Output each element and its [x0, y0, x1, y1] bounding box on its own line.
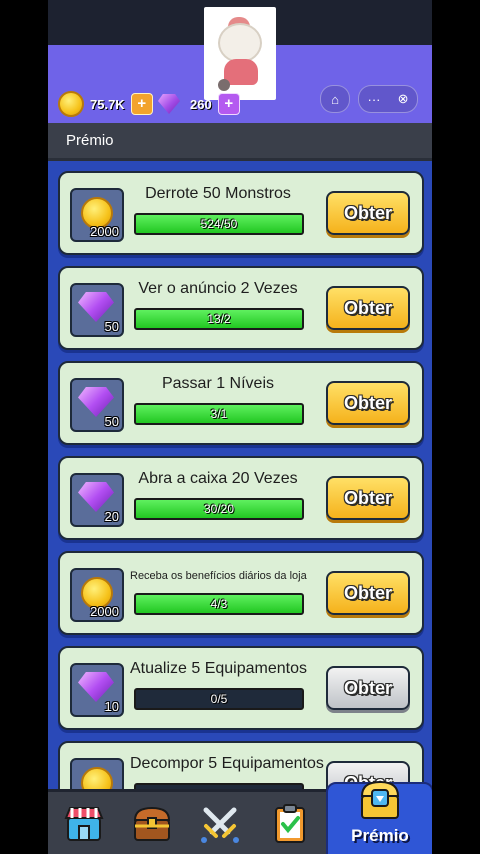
mini-program-capsule: ⌂ ··· ⊗: [320, 85, 424, 113]
coin-icon: [81, 767, 113, 789]
task-title: Decompor 5 Equipamentos: [130, 755, 324, 772]
progress-text: 30/20: [203, 502, 235, 516]
reward-amount: 50: [104, 414, 119, 429]
clipboard-tasks-icon[interactable]: [268, 802, 312, 846]
battle-swords-icon[interactable]: [198, 802, 242, 846]
coin-icon: [58, 91, 84, 117]
claim-button[interactable]: Obter: [326, 571, 410, 615]
reward-icon-box: 2000: [70, 568, 124, 622]
task-progress-bar: 30/20: [134, 498, 304, 520]
section-title: Prémio: [66, 132, 114, 149]
tab-premio-active[interactable]: Prémio: [326, 780, 432, 854]
shop-icon[interactable]: [62, 802, 106, 846]
more-close-capsule[interactable]: ··· ⊗: [358, 85, 418, 113]
task-progress-bar: 13/2: [134, 308, 304, 330]
reward-chest-icon: [360, 780, 400, 819]
progress-text: 3/1: [210, 407, 228, 421]
reward-amount: 20: [104, 509, 119, 524]
reward-icon-box: 2000: [70, 188, 124, 242]
task-card: 10 Atualize 5 Equipamentos 0/5 Obter: [58, 646, 424, 730]
reward-icon-box: 50: [70, 378, 124, 432]
progress-text: 524/50: [200, 217, 238, 231]
add-gems-button[interactable]: +: [217, 93, 240, 115]
task-title: Atualize 5 Equipamentos: [130, 660, 307, 677]
add-coins-button[interactable]: +: [130, 93, 153, 115]
mascot-sticker: [204, 7, 276, 100]
close-icon[interactable]: ⊗: [398, 91, 409, 107]
gem-icon: [78, 482, 114, 512]
task-card: 2000 Receba os benefícios diários da loja…: [58, 551, 424, 635]
task-progress-bar: 0/5: [134, 688, 304, 710]
task-card: 50 Ver o anúncio 2 Vezes 13/2 Obter: [58, 266, 424, 350]
gem-counter: 260 +: [158, 91, 240, 117]
mascot-face: [218, 23, 262, 63]
app-screen: ⌂ ··· ⊗ 75.7K + 260 + Prémio 2000 Derrote…: [48, 0, 432, 854]
progress-text: 0/5: [210, 692, 228, 706]
chest-icon[interactable]: [130, 802, 174, 846]
more-icon[interactable]: ···: [368, 92, 381, 107]
task-title: Derrote 50 Monstros: [145, 185, 291, 202]
task-card: 20 Abra a caixa 20 Vezes 30/20 Obter: [58, 456, 424, 540]
tab-premio-label: Prémio: [351, 826, 409, 845]
task-title: Ver o anúncio 2 Vezes: [138, 280, 298, 297]
task-title: Receba os benefícios diários da loja: [130, 570, 307, 582]
task-progress-bar: 4/3: [134, 593, 304, 615]
reward-icon-box: [70, 758, 124, 789]
gem-icon: [78, 672, 114, 702]
task-card: 50 Passar 1 Níveis 3/1 Obter: [58, 361, 424, 445]
task-card: 2000 Derrote 50 Monstros 524/50 Obter: [58, 171, 424, 255]
claim-button[interactable]: Obter: [326, 191, 410, 235]
reward-amount: 2000: [90, 224, 119, 239]
coin-amount: 75.7K: [90, 96, 125, 112]
mascot-wheel: [218, 79, 230, 91]
reward-amount: 50: [104, 319, 119, 334]
task-title: Passar 1 Níveis: [161, 375, 275, 392]
reward-icon-box: 10: [70, 663, 124, 717]
reward-icon-box: 20: [70, 473, 124, 527]
home-icon[interactable]: ⌂: [320, 85, 350, 113]
task-progress-bar: 3/1: [134, 403, 304, 425]
coin-counter: 75.7K +: [58, 91, 153, 117]
reward-amount: 2000: [90, 604, 119, 619]
gem-amount: 260: [190, 96, 212, 112]
progress-text: 4/3: [210, 597, 228, 611]
reward-icon-box: 50: [70, 283, 124, 337]
gem-icon: [78, 292, 114, 322]
claim-button[interactable]: Obter: [326, 666, 410, 710]
section-header: Prémio: [48, 123, 432, 161]
gem-icon: [158, 94, 180, 114]
gem-icon: [78, 387, 114, 417]
claim-button[interactable]: Obter: [326, 286, 410, 330]
claim-button[interactable]: Obter: [326, 381, 410, 425]
claim-button[interactable]: Obter: [326, 476, 410, 520]
progress-text: 13/2: [207, 312, 231, 326]
task-list[interactable]: 2000 Derrote 50 Monstros 524/50 Obter 50 Ver …: [48, 161, 432, 789]
reward-amount: 10: [104, 699, 119, 714]
task-title: Abra a caixa 20 Vezes: [138, 470, 298, 487]
task-progress-bar: 524/50: [134, 213, 304, 235]
